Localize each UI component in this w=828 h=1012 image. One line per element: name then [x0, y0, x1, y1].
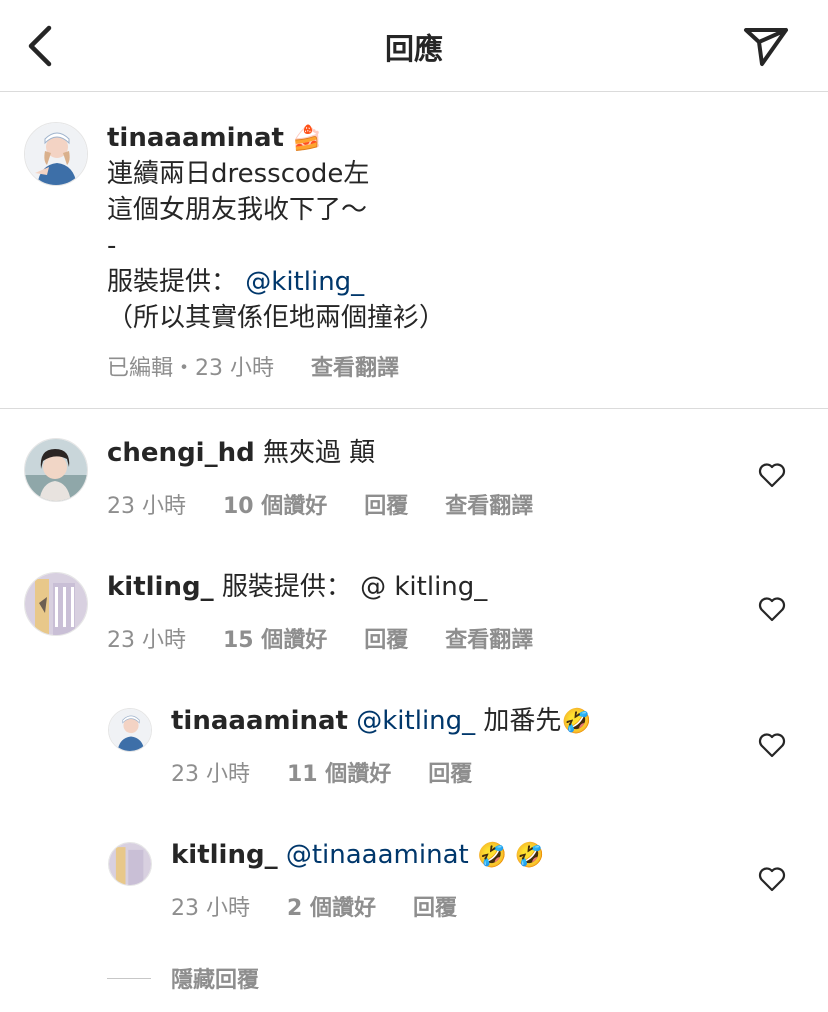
like-count[interactable]: 10 個讚好: [223, 488, 327, 520]
page-title: 回應: [384, 32, 443, 66]
caption-username[interactable]: tinaaaminat: [107, 123, 284, 153]
comment-meta: 23 小時 10 個讚好 回覆 查看翻譯: [107, 488, 533, 520]
comment-body: 服裝提供： @ kitling_: [221, 572, 488, 602]
comment-meta: 23 小時 15 個讚好 回覆 查看翻譯: [107, 622, 533, 654]
heart-icon[interactable]: [758, 866, 786, 892]
like-count[interactable]: 15 個讚好: [223, 622, 327, 654]
reply-item: kitling_ @tinaaaminat 🤣 🤣 23 小時 2 個讚好 回覆: [0, 834, 828, 934]
divider-line: [107, 977, 151, 979]
reply-mention[interactable]: @kitling_: [356, 706, 475, 736]
like-count[interactable]: 2 個讚好: [287, 890, 376, 922]
comment-username[interactable]: kitling_: [107, 572, 214, 602]
avatar-image: [109, 709, 151, 751]
laughing-emoji: 🤣: [561, 707, 592, 735]
heart-icon[interactable]: [758, 462, 786, 488]
comment-time: 23 小時: [107, 628, 186, 653]
comment-item: kitling_ 服裝提供： @ kitling_ 23 小時 15 個讚好 回…: [0, 564, 828, 664]
reply-meta: 23 小時 11 個讚好 回覆: [171, 756, 472, 788]
share-button[interactable]: [740, 22, 792, 70]
cake-emoji: 🍰: [292, 124, 323, 152]
caption-line: -: [107, 231, 117, 261]
comment-username[interactable]: chengi_hd: [107, 438, 255, 468]
caption-meta: 已編輯・23 小時 查看翻譯: [107, 350, 399, 382]
avatar-image: [25, 439, 87, 501]
see-translation-link[interactable]: 查看翻譯: [311, 350, 399, 382]
see-translation-link[interactable]: 查看翻譯: [445, 622, 533, 654]
reply-button[interactable]: 回覆: [364, 622, 408, 654]
caption-mention[interactable]: @kitling_: [245, 267, 364, 297]
top-bar: 回應: [0, 0, 828, 92]
caption-line: 這個女朋友我收下了～: [107, 195, 368, 225]
heart-icon[interactable]: [758, 732, 786, 758]
avatar-image: [109, 843, 151, 885]
comment-time: 23 小時: [107, 494, 186, 519]
reply-button[interactable]: 回覆: [364, 488, 408, 520]
edited-timestamp: 已編輯・23 小時: [107, 356, 274, 381]
avatar-image: [25, 573, 87, 635]
avatar[interactable]: [108, 708, 152, 752]
reply-username[interactable]: kitling_: [171, 840, 278, 870]
see-translation-link[interactable]: 查看翻譯: [445, 488, 533, 520]
caption-line: （所以其實係佢地兩個撞衫）: [107, 303, 446, 333]
comment-item: chengi_hd 無夾過 顛 23 小時 10 個讚好 回覆 查看翻譯: [0, 430, 828, 530]
avatar[interactable]: [24, 438, 88, 502]
like-count[interactable]: 11 個讚好: [287, 756, 391, 788]
reply-time: 23 小時: [171, 762, 250, 787]
reply-time: 23 小時: [171, 896, 250, 921]
caption-line: 連續兩日dresscode左: [107, 159, 370, 189]
hide-replies-button[interactable]: 隱藏回覆: [107, 962, 259, 994]
laughing-emoji: 🤣 🤣: [476, 841, 545, 869]
avatar[interactable]: [24, 572, 88, 636]
comment-body: 無夾過 顛: [262, 438, 376, 468]
reply-button[interactable]: 回覆: [428, 756, 472, 788]
reply-username[interactable]: tinaaaminat: [171, 706, 348, 736]
avatar-image: [25, 123, 87, 185]
reply-text: kitling_ @tinaaaminat 🤣 🤣: [171, 838, 544, 872]
comment-text: chengi_hd 無夾過 顛: [107, 436, 375, 470]
post-caption: tinaaaminat 🍰 連續兩日dresscode左 這個女朋友我收下了～ …: [0, 92, 828, 409]
reply-body: 加番先: [483, 706, 562, 736]
avatar[interactable]: [24, 122, 88, 186]
paper-plane-icon: [744, 28, 788, 66]
caption-credit: 服裝提供：: [107, 267, 238, 297]
reply-text: tinaaaminat @kitling_ 加番先🤣: [171, 704, 591, 738]
reply-meta: 23 小時 2 個讚好 回覆: [171, 890, 457, 922]
heart-icon[interactable]: [758, 596, 786, 622]
avatar[interactable]: [108, 842, 152, 886]
caption-text: tinaaaminat 🍰 連續兩日dresscode左 這個女朋友我收下了～ …: [107, 120, 445, 336]
comment-text: kitling_ 服裝提供： @ kitling_: [107, 570, 487, 604]
hide-replies-label: 隱藏回覆: [171, 968, 260, 993]
reply-mention[interactable]: @tinaaaminat: [286, 840, 469, 870]
reply-button[interactable]: 回覆: [413, 890, 457, 922]
reply-item: tinaaaminat @kitling_ 加番先🤣 23 小時 11 個讚好 …: [0, 700, 828, 800]
